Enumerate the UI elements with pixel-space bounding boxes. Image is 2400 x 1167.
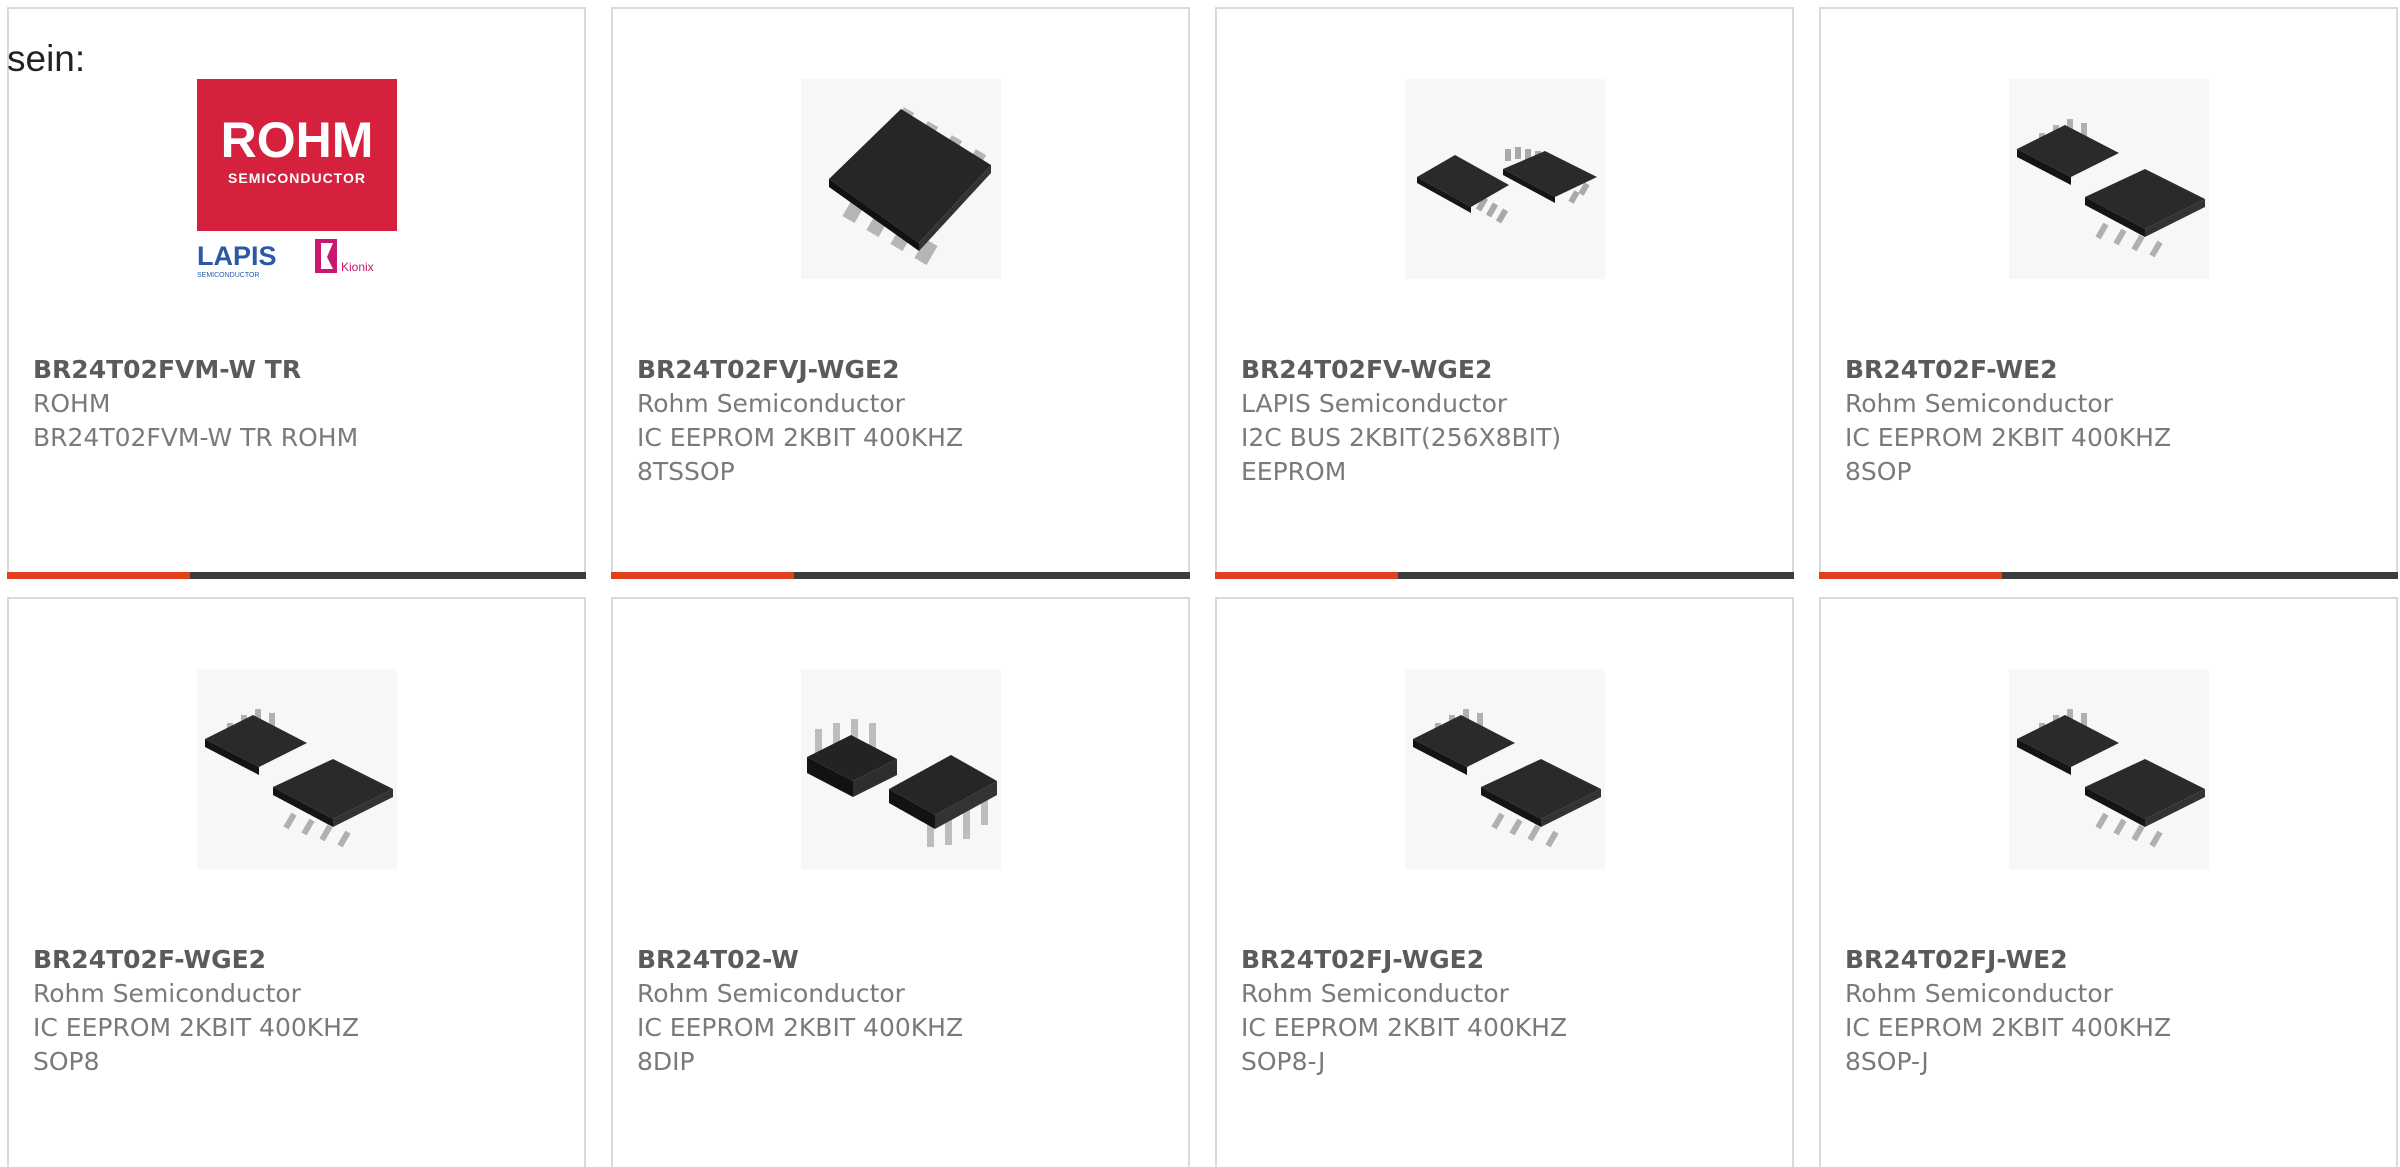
product-image[interactable] xyxy=(2008,79,2209,279)
product-image[interactable] xyxy=(1404,79,1605,279)
manufacturer: ROHM xyxy=(33,389,111,418)
product-image[interactable] xyxy=(800,669,1001,869)
description: IC EEPROM 2KBIT 400KHZ 8TSSOP xyxy=(637,423,964,486)
manufacturer: Rohm Semiconductor xyxy=(637,389,905,418)
svg-text:LAPIS: LAPIS xyxy=(197,241,277,271)
svg-text:ROHM: ROHM xyxy=(220,112,373,168)
description: IC EEPROM 2KBIT 400KHZ 8DIP xyxy=(637,1013,964,1076)
product-card[interactable]: BR24T02FVJ-WGE2 Rohm Semiconductor IC EE… xyxy=(611,7,1190,579)
ic-chip-icon xyxy=(2016,709,2205,848)
product-image[interactable] xyxy=(800,79,1001,279)
description: IC EEPROM 2KBIT 400KHZ 8SOP-J xyxy=(1845,1013,2172,1076)
manufacturer: Rohm Semiconductor xyxy=(1845,979,2113,1008)
part-number[interactable]: BR24T02-W xyxy=(637,943,1008,977)
product-image[interactable] xyxy=(1404,669,1605,869)
product-info: BR24T02FJ-WE2 Rohm Semiconductor IC EEPR… xyxy=(1845,943,2216,1079)
part-number[interactable]: BR24T02FJ-WGE2 xyxy=(1241,943,1612,977)
product-image[interactable] xyxy=(2008,669,2209,869)
description: I2C BUS 2KBIT(256X8BIT) EEPROM xyxy=(1241,423,1562,486)
manufacturer: Rohm Semiconductor xyxy=(637,979,905,1008)
progress-bar-accent xyxy=(1215,572,1398,579)
description: BR24T02FVM-W TR ROHM xyxy=(33,423,359,452)
rohm-logo-icon: ROHM SEMICONDUCTOR LAPIS SEMICONDUCTOR K… xyxy=(196,79,397,279)
product-card[interactable]: BR24T02F-WGE2 Rohm Semiconductor IC EEPR… xyxy=(7,597,586,1167)
manufacturer: LAPIS Semiconductor xyxy=(1241,389,1508,418)
svg-text:SEMICONDUCTOR: SEMICONDUCTOR xyxy=(197,272,259,279)
progress-bar xyxy=(1819,572,2398,579)
manufacturer: Rohm Semiconductor xyxy=(33,979,301,1008)
progress-bar xyxy=(611,572,1190,579)
manufacturer: Rohm Semiconductor xyxy=(1845,389,2113,418)
ic-chip-icon xyxy=(1416,147,1597,224)
product-info: BR24T02FJ-WGE2 Rohm Semiconductor IC EEP… xyxy=(1241,943,1612,1079)
ic-chip-icon xyxy=(204,709,393,848)
ic-chip-icon xyxy=(2016,119,2205,258)
intro-text: sein: xyxy=(7,38,86,79)
product-card[interactable]: BR24T02-W Rohm Semiconductor IC EEPROM 2… xyxy=(611,597,1190,1167)
ic-chip-icon xyxy=(1412,709,1601,848)
product-card[interactable]: BR24T02FJ-WE2 Rohm Semiconductor IC EEPR… xyxy=(1819,597,2398,1167)
part-number[interactable]: BR24T02F-WGE2 xyxy=(33,943,404,977)
progress-bar-accent xyxy=(7,572,190,579)
ic-chip-icon xyxy=(806,719,997,847)
progress-bar xyxy=(1215,572,1794,579)
product-info: BR24T02FVM-W TR ROHM BR24T02FVM-W TR ROH… xyxy=(33,353,404,455)
product-info: BR24T02F-WE2 Rohm Semiconductor IC EEPRO… xyxy=(1845,353,2216,489)
product-card[interactable]: BR24T02F-WE2 Rohm Semiconductor IC EEPRO… xyxy=(1819,7,2398,579)
part-number[interactable]: BR24T02FVJ-WGE2 xyxy=(637,353,1008,387)
progress-bar-accent xyxy=(1819,572,2002,579)
product-card[interactable]: BR24T02FV-WGE2 LAPIS Semiconductor I2C B… xyxy=(1215,7,1794,579)
svg-text:SEMICONDUCTOR: SEMICONDUCTOR xyxy=(228,170,366,186)
description: IC EEPROM 2KBIT 400KHZ SOP8-J xyxy=(1241,1013,1568,1076)
part-number[interactable]: BR24T02FVM-W TR xyxy=(33,353,404,387)
ic-chip-icon xyxy=(828,107,991,266)
product-grid: ROHM SEMICONDUCTOR LAPIS SEMICONDUCTOR K… xyxy=(7,7,2400,1167)
part-number[interactable]: BR24T02FJ-WE2 xyxy=(1845,943,2216,977)
product-info: BR24T02FVJ-WGE2 Rohm Semiconductor IC EE… xyxy=(637,353,1008,489)
progress-bar xyxy=(7,572,586,579)
product-info: BR24T02-W Rohm Semiconductor IC EEPROM 2… xyxy=(637,943,1008,1079)
svg-text:Kionix: Kionix xyxy=(341,260,374,274)
product-image[interactable] xyxy=(196,669,397,869)
description: IC EEPROM 2KBIT 400KHZ 8SOP xyxy=(1845,423,2172,486)
product-card[interactable]: BR24T02FJ-WGE2 Rohm Semiconductor IC EEP… xyxy=(1215,597,1794,1167)
product-info: BR24T02F-WGE2 Rohm Semiconductor IC EEPR… xyxy=(33,943,404,1079)
progress-bar-accent xyxy=(611,572,794,579)
product-card[interactable]: ROHM SEMICONDUCTOR LAPIS SEMICONDUCTOR K… xyxy=(7,7,586,579)
product-info: BR24T02FV-WGE2 LAPIS Semiconductor I2C B… xyxy=(1241,353,1612,489)
description: IC EEPROM 2KBIT 400KHZ SOP8 xyxy=(33,1013,360,1076)
manufacturer: Rohm Semiconductor xyxy=(1241,979,1509,1008)
part-number[interactable]: BR24T02F-WE2 xyxy=(1845,353,2216,387)
product-image[interactable]: ROHM SEMICONDUCTOR LAPIS SEMICONDUCTOR K… xyxy=(196,79,397,279)
part-number[interactable]: BR24T02FV-WGE2 xyxy=(1241,353,1612,387)
